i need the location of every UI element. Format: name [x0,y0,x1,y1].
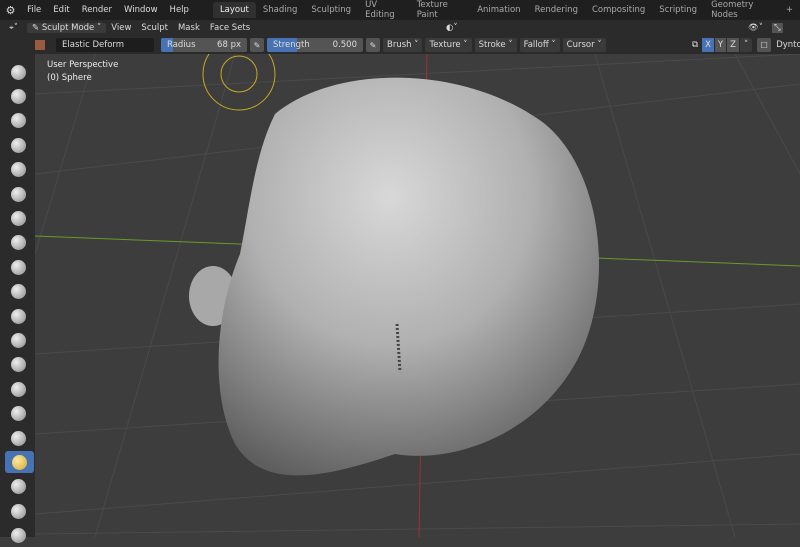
workspace-tabs: Layout Shading Sculpting UV Editing Text… [212,0,800,20]
brush-dropdown[interactable]: Brush ˅ [383,38,423,52]
top-menubar: ⚙ File Edit Render Window Help Layout Sh… [0,0,800,20]
tab-rendering[interactable]: Rendering [528,2,585,18]
sculpt-tool-14[interactable] [7,403,29,425]
tool-shelf [0,54,35,544]
mode-label: Sculpt Mode [41,23,95,33]
radius-value: 68 px [217,40,241,50]
brush-icon [10,162,26,178]
shading-toggle-icon[interactable]: ◐˅ [446,23,458,33]
cursor-dropdown[interactable]: Cursor ˅ [562,38,606,52]
object-label: (0) Sphere [47,73,92,83]
brush-cursor-inner [220,55,258,93]
sculpt-tool-18[interactable] [7,500,29,522]
brush-preview-icon[interactable] [35,40,45,50]
symmetry-group: ⧉ X Y Z ˅ ☐ Dyntopo [692,38,800,52]
texture-dropdown[interactable]: Texture ˅ [425,38,472,52]
viewport-header: ⌖˅ ✎ Sculpt Mode ˅ View Sculpt Mask Face… [0,20,800,36]
tab-shading[interactable]: Shading [256,2,305,18]
brush-icon [10,357,26,373]
brush-icon [10,210,26,226]
radius-slider[interactable]: Radius 68 px [161,38,247,52]
sculpt-tool-2[interactable] [7,110,29,132]
symmetry-y[interactable]: Y [714,38,727,52]
sculpt-tool-12[interactable] [7,354,29,376]
brush-icon [10,430,26,446]
blender-logo-icon[interactable]: ⚙ [0,4,21,17]
sculpt-tool-15[interactable] [7,427,29,449]
strength-slider[interactable]: Strength 0.500 [267,38,363,52]
tab-compositing[interactable]: Compositing [585,2,652,18]
brush-icon [10,113,26,129]
editor-type-icon[interactable]: ⌖˅ [4,23,23,33]
menu-file[interactable]: File [21,5,47,15]
sculpt-tool-19[interactable] [7,525,29,547]
mode-selector[interactable]: ✎ Sculpt Mode ˅ [27,23,107,33]
radius-pressure-icon[interactable]: ✎ [250,38,264,52]
strength-value: 0.500 [332,40,357,50]
brush-icon [10,88,26,104]
brush-icon [10,503,26,519]
viewport-scene [35,54,800,537]
sculpt-tool-16[interactable] [5,451,34,474]
brush-icon [10,308,26,324]
sculpt-head-mesh [218,77,600,476]
brush-name-field[interactable]: Elastic Deform [56,38,154,52]
menu-sculpt[interactable]: Sculpt [136,23,173,33]
brush-icon [12,454,27,470]
menu-render[interactable]: Render [76,5,118,15]
symmetry-dropdown[interactable]: ˅ [739,38,753,52]
brush-icon [10,284,26,300]
strength-label: Strength [273,40,310,50]
sculpt-tool-10[interactable] [7,305,29,327]
radius-label: Radius [167,40,196,50]
brush-icon [10,137,26,153]
brush-icon [10,235,26,251]
add-workspace-button[interactable]: + [779,2,800,18]
tab-layout[interactable]: Layout [212,2,256,18]
menu-view[interactable]: View [106,23,136,33]
falloff-dropdown[interactable]: Falloff ˅ [519,38,560,52]
sculpt-tool-5[interactable] [7,183,29,205]
brush-icon [10,479,26,495]
sculpt-tool-4[interactable] [7,159,29,181]
tab-scripting[interactable]: Scripting [652,2,704,18]
sculpt-tool-1[interactable] [7,85,29,107]
sculpt-tool-6[interactable] [7,207,29,229]
sculpt-tool-17[interactable] [7,476,29,498]
brush-icon [10,381,26,397]
sculpt-tool-11[interactable] [7,329,29,351]
menu-help[interactable]: Help [164,5,195,15]
menu-edit[interactable]: Edit [47,5,75,15]
perspective-label: User Perspective [47,60,119,70]
brush-icon [10,528,26,544]
brush-icon [10,259,26,275]
symmetry-x[interactable]: X [702,38,714,52]
sculpt-tool-7[interactable] [7,232,29,254]
tab-animation[interactable]: Animation [470,2,527,18]
3d-viewport[interactable]: User Perspective (0) Sphere [35,54,800,537]
symmetry-z[interactable]: Z [727,38,739,52]
brush-icon [10,186,26,202]
brush-icon [10,332,26,348]
brush-icon [10,406,26,422]
menu-face-sets[interactable]: Face Sets [205,23,255,33]
sculpt-tool-9[interactable] [7,281,29,303]
sculpt-tool-3[interactable] [7,134,29,156]
sculpt-tool-8[interactable] [7,256,29,278]
stroke-dropdown[interactable]: Stroke ˅ [474,38,517,52]
dyntopo-checkbox[interactable]: ☐ [757,38,772,52]
visibility-icon[interactable]: 👁˅ [748,23,763,33]
symmetry-icon: ⧉ [692,40,699,50]
brush-icon [10,64,26,80]
dyntopo-label: Dyntopo [776,40,800,50]
strength-pressure-icon[interactable]: ✎ [366,38,380,52]
gizmo-toggle-icon[interactable]: ⤡ [772,23,783,33]
tool-settings-bar: Elastic Deform Radius 68 px ✎ Strength 0.5… [0,36,800,54]
menu-mask[interactable]: Mask [173,23,205,33]
tab-sculpting[interactable]: Sculpting [304,2,358,18]
sculpt-tool-0[interactable] [7,61,29,83]
sculpt-tool-13[interactable] [7,378,29,400]
menu-window[interactable]: Window [118,5,164,15]
